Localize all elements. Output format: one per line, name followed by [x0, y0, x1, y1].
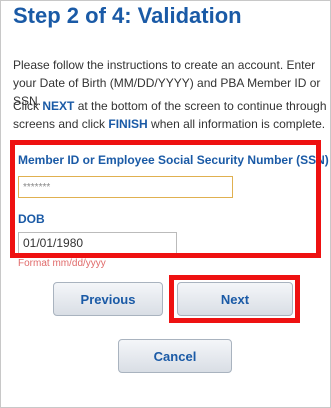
dob-format-hint: Format mm/dd/yyyy	[18, 258, 106, 269]
previous-button[interactable]: Previous	[53, 282, 163, 316]
navigation-instructions: Click NEXT at the bottom of the screen t…	[13, 97, 329, 133]
fields-highlight-box	[10, 140, 321, 258]
finish-keyword: FINISH	[108, 117, 148, 131]
next-keyword: NEXT	[42, 99, 75, 113]
next-button-highlight-box	[169, 275, 300, 323]
page-title: Step 2 of 4: Validation	[13, 3, 242, 28]
cancel-button[interactable]: Cancel	[118, 339, 232, 373]
instructions-text: when all information is complete.	[147, 117, 326, 131]
instructions-text: Click	[13, 99, 43, 113]
